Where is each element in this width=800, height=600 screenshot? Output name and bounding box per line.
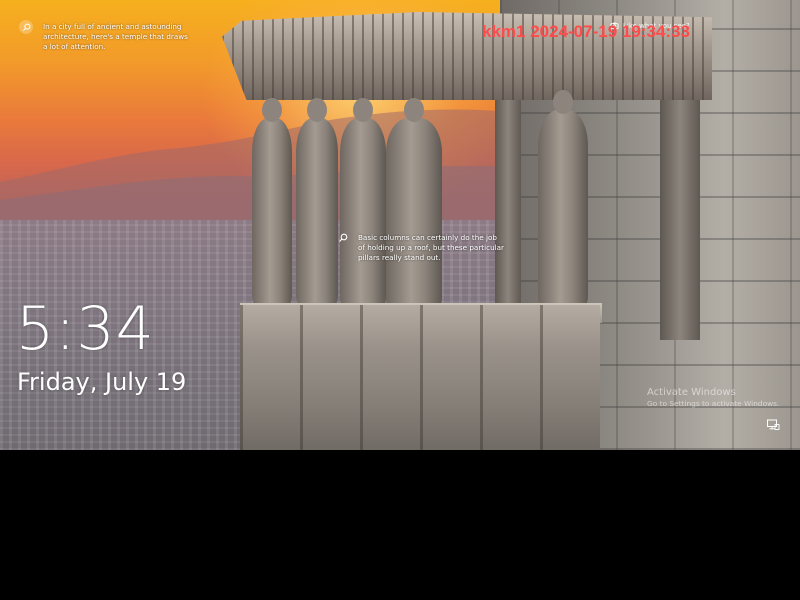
caryatid-statue	[252, 98, 292, 306]
spotlight-tip-top[interactable]: In a city full of ancient and astounding…	[43, 22, 193, 52]
magnifier-icon[interactable]	[337, 232, 349, 244]
spotlight-tip-middle[interactable]: Basic columns can certainly do the job o…	[358, 233, 506, 263]
lock-screen[interactable]: In a city full of ancient and astounding…	[0, 0, 800, 450]
rear-column	[660, 100, 700, 340]
black-letterbox	[0, 450, 800, 600]
caryatid-statue	[296, 98, 338, 306]
caryatid-statue	[340, 98, 386, 308]
screen: In a city full of ancient and astounding…	[0, 0, 800, 600]
activation-subtitle: Go to Settings to activate Windows.	[647, 399, 780, 408]
timestamp-watermark: kkm1 2024-07-19 19:34:33	[482, 22, 690, 41]
lock-clock-time: 5:34	[16, 294, 155, 364]
activation-watermark: Activate Windows Go to Settings to activ…	[647, 386, 779, 409]
network-icon[interactable]	[766, 418, 780, 432]
lock-clock-date: Friday, July 19	[17, 368, 187, 396]
caryatid-statue	[538, 90, 588, 308]
magnifier-icon[interactable]	[19, 20, 33, 34]
activation-title: Activate Windows	[647, 387, 736, 398]
caryatid-statue	[386, 98, 442, 310]
temple-podium	[240, 305, 600, 450]
rear-column	[495, 100, 521, 310]
